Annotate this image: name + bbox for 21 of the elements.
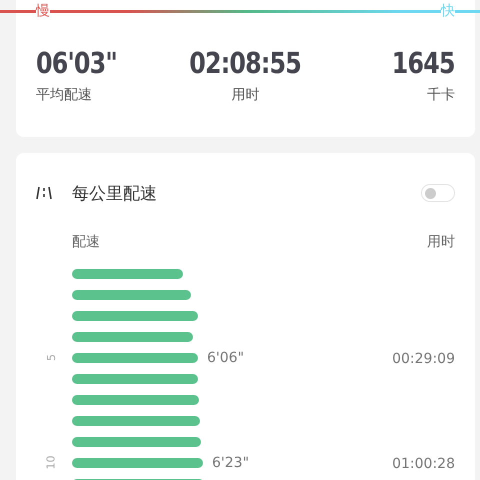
column-header: 用时 (427, 233, 455, 251)
pace-scale-line (0, 10, 36, 12)
road-icon (36, 185, 52, 201)
slow-label: 慢 (36, 4, 50, 18)
km-label: 10 (44, 456, 58, 470)
stat-value: 02:08:55 (190, 46, 302, 80)
split-time: 00:29:09 (392, 351, 455, 367)
km-label: 5 (44, 354, 58, 361)
section-title: 每公里配速 (72, 182, 158, 204)
fast-label: 快 (441, 4, 455, 18)
toggle-switch[interactable] (421, 184, 455, 202)
stat-label: 千卡 (427, 86, 456, 104)
pace-value: 6'06" (207, 350, 244, 366)
stat-label: 平均配速 (36, 86, 92, 104)
pace-scale-line (455, 10, 480, 12)
stat-label: 用时 (232, 86, 260, 104)
stat-value: 1645 (392, 46, 456, 80)
stat-value: 06'03" (36, 46, 117, 80)
split-time: 01:00:28 (392, 456, 455, 472)
pace-value: 6'23" (212, 454, 250, 470)
column-header: 配速 (72, 233, 100, 251)
